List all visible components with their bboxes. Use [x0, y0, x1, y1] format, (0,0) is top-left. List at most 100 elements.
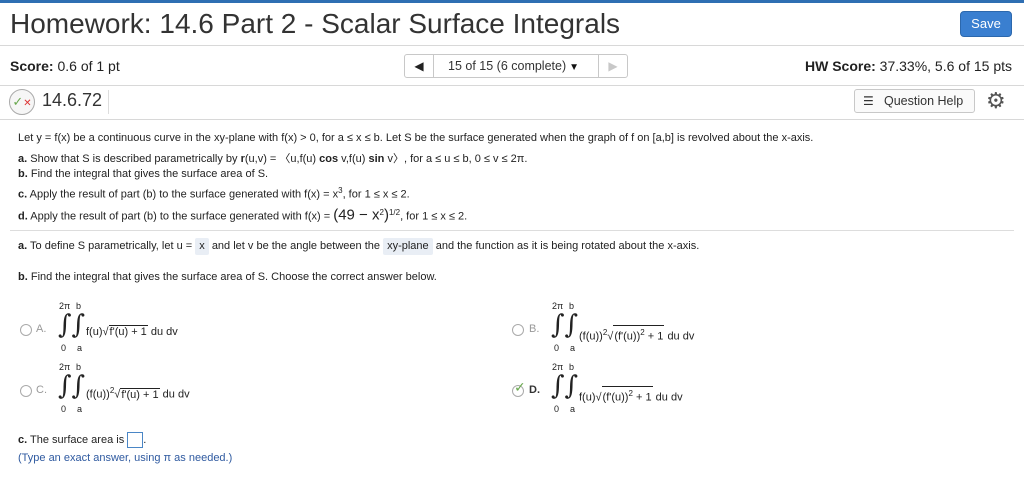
- option-c-integrand: (f(u))2√f'(u) + 1 du dv: [86, 386, 190, 402]
- option-c-letter: C.: [36, 384, 47, 396]
- part-a-pre: Show that S is described parametrically …: [30, 153, 238, 165]
- option-a-pre: f(u): [86, 326, 103, 338]
- answer-a-label: a.: [18, 240, 28, 252]
- page-title: Homework: 14.6 Part 2 - Scalar Surface I…: [10, 8, 621, 39]
- option-b-lower-outer: 0: [554, 343, 560, 353]
- score-label: Score:: [10, 58, 54, 74]
- correct-check-icon: ✓: [514, 379, 526, 395]
- part-d-text-pre: Apply the result of part (b) to the surf…: [30, 210, 331, 223]
- option-d-integrand: f(u)√(f'(u))2 + 1 du dv: [579, 386, 683, 405]
- option-a-integrand: f(u)√f'(u) + 1 du dv: [86, 325, 178, 339]
- option-c-post: du dv: [162, 388, 190, 401]
- answer-u-field[interactable]: x: [195, 238, 209, 255]
- question-help-label: Question Help: [884, 94, 964, 108]
- answer-b-label: b.: [18, 271, 28, 283]
- option-b-radicand-base: (f'(u)): [614, 330, 641, 343]
- problem-intro: Let y = f(x) be a continuous curve in th…: [18, 132, 814, 144]
- option-d-radicand-base: (f'(u)): [602, 391, 629, 404]
- answer-c-line: c. The surface area is .: [18, 432, 146, 448]
- list-icon: ☰: [863, 94, 874, 108]
- option-b-letter: B.: [529, 323, 540, 335]
- double-integral-icon: ∫∫: [58, 371, 86, 401]
- option-c-radicand: f'(u) + 1: [120, 387, 160, 401]
- part-a-cos: cos: [319, 153, 339, 165]
- homework-score: HW Score: 37.33%, 5.6 of 15 pts: [805, 58, 1012, 74]
- question-selector-label: 15 of 15 (6 complete): [448, 59, 567, 73]
- part-d-text-post: , for 1 ≤ x ≤ 2.: [400, 210, 468, 223]
- option-c-lower-outer: 0: [61, 404, 67, 414]
- answer-a-post: and the function as it is being rotated …: [435, 240, 700, 252]
- hw-score-value: 37.33%, 5.6 of 15 pts: [879, 58, 1012, 74]
- previous-question-button[interactable]: ◀: [404, 54, 434, 78]
- answer-c-label: c.: [18, 433, 28, 446]
- option-b-radio[interactable]: [512, 324, 524, 336]
- chevron-down-icon: ▼: [569, 62, 580, 73]
- option-b-radicand: (f'(u))2 + 1: [613, 325, 665, 344]
- answer-hint: (Type an exact answer, using π as needed…: [18, 452, 233, 464]
- part-c-text-pre: Apply the result of part (b) to the surf…: [29, 188, 339, 201]
- problem-part-d: d. Apply the result of part (b) to the s…: [18, 205, 467, 225]
- part-a-label: a.: [18, 153, 28, 165]
- question-help-button[interactable]: ☰ Question Help: [854, 89, 975, 113]
- partial-credit-icon: ✓✕: [9, 89, 35, 115]
- option-c-radio[interactable]: [20, 385, 32, 397]
- next-question-button[interactable]: ▶: [598, 54, 628, 78]
- part-d-inner: (49 − x: [333, 206, 380, 224]
- option-b-post: du dv: [667, 330, 695, 343]
- part-c-label: c.: [18, 188, 28, 201]
- option-a-post: du dv: [150, 326, 178, 338]
- part-a-post: v〉, for a ≤ u ≤ b, 0 ≤ v ≤ 2π.: [387, 153, 528, 165]
- option-d-letter: D.: [529, 384, 540, 396]
- question-score: Score: 0.6 of 1 pt: [10, 58, 120, 74]
- problem-part-b: b. Find the integral that gives the surf…: [18, 167, 268, 182]
- option-d-post: du dv: [655, 391, 683, 404]
- hw-score-label: HW Score:: [804, 58, 876, 74]
- question-bar: ✓✕ 14.6.72 ☰ Question Help ⚙: [0, 86, 1024, 120]
- question-number: 14.6.72: [42, 90, 110, 114]
- double-integral-icon: ∫∫: [551, 371, 579, 401]
- part-d-label: d.: [18, 210, 28, 223]
- option-b-lower-inner: a: [570, 343, 576, 353]
- option-d-lower-inner: a: [570, 404, 576, 414]
- option-b-pre: (f(u)): [579, 330, 603, 343]
- option-a-lower-outer: 0: [61, 343, 67, 353]
- answer-c-period: .: [143, 433, 147, 446]
- option-a-letter: A.: [36, 323, 47, 335]
- option-d-radicand-post: + 1: [632, 391, 652, 404]
- part-a-sin: sin: [368, 153, 385, 165]
- option-c-lower-inner: a: [77, 404, 83, 414]
- problem-part-c: c. Apply the result of part (b) to the s…: [18, 183, 410, 203]
- part-b-text: Find the integral that gives the surface…: [30, 168, 269, 180]
- problem-part-a: a. Show that S is described parametrical…: [18, 152, 527, 167]
- question-selector[interactable]: 15 of 15 (6 complete) ▼: [434, 54, 598, 78]
- top-bar: Homework: 14.6 Part 2 - Scalar Surface I…: [0, 0, 1024, 46]
- score-bar: Score: 0.6 of 1 pt ◀ 15 of 15 (6 complet…: [0, 46, 1024, 86]
- answer-a-mid: and let v be the angle between the: [211, 240, 380, 252]
- save-button[interactable]: Save: [960, 11, 1012, 37]
- answer-b-line: b. Find the integral that gives the surf…: [18, 270, 437, 285]
- divider: [10, 230, 1014, 231]
- option-a-radicand: f'(u) + 1: [108, 325, 148, 338]
- score-value: 0.6 of 1 pt: [57, 58, 120, 74]
- option-d-radicand: (f'(u))2 + 1: [601, 386, 653, 405]
- answer-a-line: a. To define S parametrically, let u = x…: [18, 238, 699, 255]
- double-integral-icon: ∫∫: [58, 310, 86, 340]
- part-c-text-post: , for 1 ≤ x ≤ 2.: [342, 188, 410, 201]
- answer-c-text: The surface area is: [30, 433, 125, 446]
- gear-icon[interactable]: ⚙: [986, 89, 1006, 113]
- option-a-lower-inner: a: [77, 343, 83, 353]
- answer-b-text: Find the integral that gives the surface…: [30, 271, 437, 283]
- option-d-lower-outer: 0: [554, 404, 560, 414]
- part-a-mid2: v,f(u): [341, 153, 366, 165]
- double-integral-icon: ∫∫: [551, 310, 579, 340]
- part-d-exp: 1/2: [388, 208, 401, 217]
- option-b-radicand-post: + 1: [644, 330, 664, 343]
- option-c-pre: (f(u)): [86, 388, 110, 401]
- option-d-pre: f(u): [579, 391, 596, 404]
- surface-area-input[interactable]: [127, 432, 144, 448]
- answer-a-pre: To define S parametrically, let u =: [30, 240, 193, 252]
- answer-plane-field[interactable]: xy-plane: [383, 238, 433, 255]
- part-a-mid: (u,v) = 〈u,f(u): [244, 153, 317, 165]
- option-a-radio[interactable]: [20, 324, 32, 336]
- part-b-label: b.: [18, 168, 28, 180]
